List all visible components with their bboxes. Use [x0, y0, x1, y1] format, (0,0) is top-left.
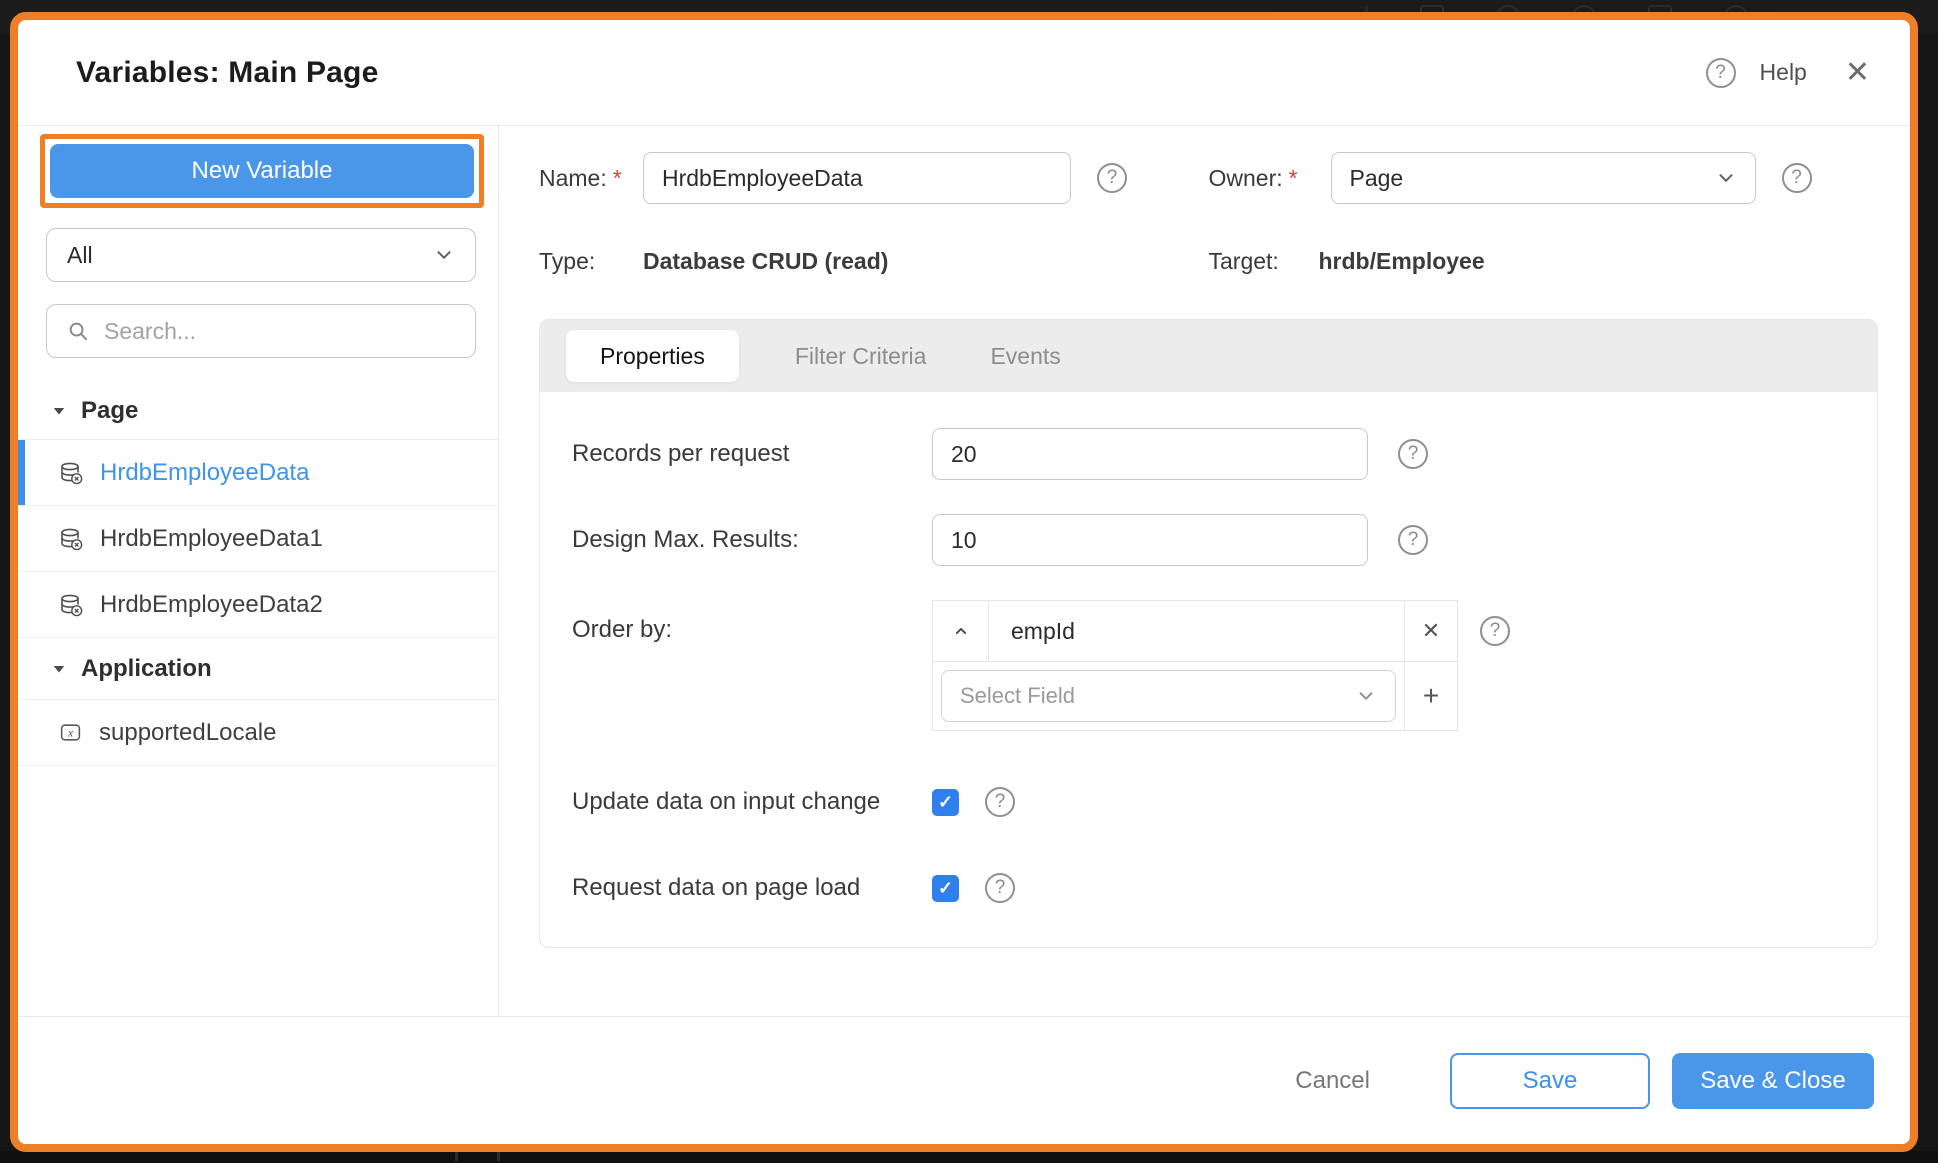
- variable-item-label: supportedLocale: [99, 719, 276, 747]
- name-help-icon[interactable]: ?: [1097, 163, 1127, 193]
- update-on-input-help-icon[interactable]: ?: [985, 787, 1015, 817]
- type-label: Type:: [539, 248, 643, 275]
- required-asterisk: *: [613, 165, 622, 191]
- section-label: Application: [81, 655, 212, 683]
- chevron-down-icon: [1715, 167, 1737, 189]
- canvas-mark: [497, 1152, 500, 1161]
- variable-detail-panel: Name:* ? Owner:* Page: [499, 126, 1910, 1016]
- sidebar-item-supportedlocale[interactable]: x supportedLocale: [18, 700, 498, 766]
- variable-item-label: HrdbEmployeeData2: [100, 591, 323, 619]
- cancel-button[interactable]: Cancel: [1295, 1067, 1370, 1095]
- variable-type-filter-select[interactable]: All: [46, 228, 476, 282]
- records-per-request-input[interactable]: [932, 428, 1368, 480]
- app-background: Variables: Main Page ? Help ✕ New Variab…: [0, 0, 1938, 1163]
- help-link[interactable]: Help: [1760, 59, 1807, 86]
- caret-down-icon: [52, 662, 66, 676]
- variables-dialog: Variables: Main Page ? Help ✕ New Variab…: [10, 12, 1918, 1152]
- design-max-results-input[interactable]: [932, 514, 1368, 566]
- order-by-row: Order by: empId: [572, 600, 1877, 731]
- search-icon: [67, 320, 90, 343]
- chevron-down-icon: [433, 244, 455, 266]
- name-field-row: Name:* ?: [539, 152, 1209, 204]
- owner-help-icon[interactable]: ?: [1782, 163, 1812, 193]
- update-on-input-checkbox[interactable]: ✓: [932, 789, 959, 816]
- save-and-close-button[interactable]: Save & Close: [1672, 1053, 1874, 1109]
- design-max-results-label: Design Max. Results:: [572, 526, 932, 554]
- owner-label: Owner:*: [1209, 165, 1331, 192]
- database-crud-icon: [58, 526, 84, 552]
- sidebar-section-application[interactable]: Application: [18, 638, 498, 700]
- sidebar-item-hrdbemployeedata1[interactable]: HrdbEmployeeData1: [18, 506, 498, 572]
- variables-sidebar: New Variable All: [18, 126, 499, 1016]
- records-per-request-row: Records per request ?: [572, 428, 1877, 480]
- variable-icon: x: [58, 720, 83, 745]
- request-on-load-row: Request data on page load ✓ ?: [572, 873, 1877, 903]
- remove-order-field-button[interactable]: ✕: [1404, 600, 1458, 662]
- sidebar-section-page[interactable]: Page: [18, 382, 498, 440]
- database-crud-icon: [58, 460, 84, 486]
- request-on-load-help-icon[interactable]: ?: [985, 873, 1015, 903]
- update-on-input-label: Update data on input change: [572, 788, 932, 816]
- chevron-up-icon: [951, 621, 971, 641]
- owner-field-row: Owner:* Page ?: [1209, 152, 1879, 204]
- canvas-mark: [455, 1152, 458, 1161]
- type-value: Database CRUD (read): [643, 248, 888, 275]
- filter-selected-value: All: [67, 242, 433, 269]
- records-help-icon[interactable]: ?: [1398, 439, 1428, 469]
- name-label: Name:*: [539, 165, 643, 192]
- select-field-dropdown[interactable]: Select Field: [941, 670, 1396, 722]
- caret-down-icon: [52, 404, 66, 418]
- sidebar-item-hrdbemployeedata[interactable]: HrdbEmployeeData: [18, 440, 498, 506]
- variable-item-label: HrdbEmployeeData: [100, 459, 309, 487]
- tab-events[interactable]: Events: [990, 343, 1060, 370]
- close-icon[interactable]: ✕: [1845, 58, 1870, 88]
- required-asterisk: *: [1289, 165, 1298, 191]
- tab-strip: Properties Filter Criteria Events: [540, 320, 1877, 392]
- background-canvas: [0, 1151, 1938, 1163]
- select-field-cell: Select Field: [932, 661, 1405, 731]
- name-input[interactable]: [643, 152, 1071, 204]
- variable-search-box: [46, 304, 476, 358]
- select-field-placeholder: Select Field: [960, 683, 1355, 709]
- annotation-highlight: New Variable: [40, 134, 484, 208]
- dialog-footer: Cancel Save Save & Close: [18, 1016, 1910, 1144]
- sort-direction-button[interactable]: [932, 600, 989, 662]
- database-crud-icon: [58, 592, 84, 618]
- target-row: Target: hrdb/Employee: [1209, 248, 1879, 275]
- target-label: Target:: [1209, 248, 1319, 275]
- chevron-down-icon: [1355, 685, 1377, 707]
- design-max-results-row: Design Max. Results: ?: [572, 514, 1877, 566]
- add-order-field-button[interactable]: +: [1404, 661, 1458, 731]
- order-by-help-icon[interactable]: ?: [1480, 616, 1510, 646]
- owner-select[interactable]: Page: [1331, 152, 1756, 204]
- svg-text:x: x: [67, 728, 73, 740]
- help-icon[interactable]: ?: [1706, 58, 1736, 88]
- records-per-request-label: Records per request: [572, 440, 932, 468]
- sidebar-item-hrdbemployeedata2[interactable]: HrdbEmployeeData2: [18, 572, 498, 638]
- section-label: Page: [81, 397, 138, 425]
- order-by-widget: empId ✕ Select Field: [932, 600, 1458, 731]
- variable-item-label: HrdbEmployeeData1: [100, 525, 323, 553]
- variable-tabs-panel: Properties Filter Criteria Events Record…: [539, 319, 1878, 948]
- dialog-title: Variables: Main Page: [76, 56, 378, 90]
- type-row: Type: Database CRUD (read): [539, 248, 1209, 275]
- order-by-label: Order by:: [572, 616, 932, 644]
- new-variable-button[interactable]: New Variable: [50, 144, 474, 198]
- tab-filter-criteria[interactable]: Filter Criteria: [795, 343, 927, 370]
- max-results-help-icon[interactable]: ?: [1398, 525, 1428, 555]
- owner-selected-value: Page: [1350, 165, 1715, 192]
- target-value: hrdb/Employee: [1319, 248, 1485, 275]
- search-input[interactable]: [104, 318, 455, 345]
- save-button[interactable]: Save: [1450, 1053, 1650, 1109]
- update-on-input-row: Update data on input change ✓ ?: [572, 787, 1877, 817]
- dialog-header: Variables: Main Page ? Help ✕: [18, 20, 1910, 126]
- order-by-field-value[interactable]: empId: [988, 600, 1405, 662]
- tab-properties[interactable]: Properties: [566, 330, 739, 382]
- properties-tab-content: Records per request ? Design Max. Result…: [540, 392, 1877, 947]
- request-on-load-label: Request data on page load: [572, 874, 932, 902]
- request-on-load-checkbox[interactable]: ✓: [932, 875, 959, 902]
